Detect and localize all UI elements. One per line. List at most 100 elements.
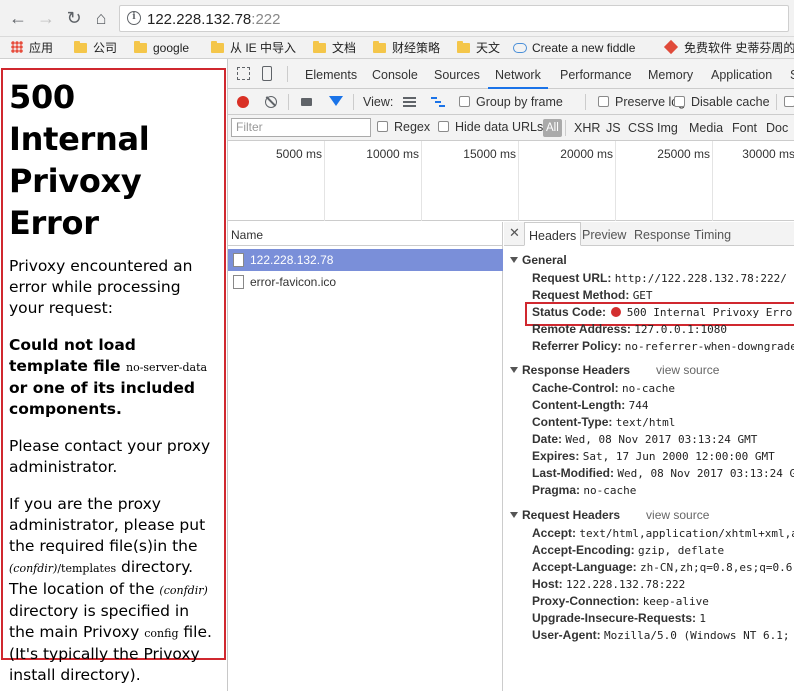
preserve-log-option[interactable]: Preserve log xyxy=(598,94,685,110)
folder-icon xyxy=(211,41,224,53)
filter-css[interactable]: CSS xyxy=(628,119,654,137)
header-row: Content-Length: 744 xyxy=(532,398,649,412)
bookmark-finance[interactable]: 财经策略 xyxy=(373,39,440,57)
bookmark-astronomy[interactable]: 天文 xyxy=(457,39,500,57)
request-row[interactable]: error-favicon.ico xyxy=(228,271,503,293)
response-headers-section[interactable]: Response Headers view source xyxy=(510,363,719,377)
bookmark-label: 从 IE 中导入 xyxy=(230,41,297,55)
bookmark-import-ie[interactable]: 从 IE 中导入 xyxy=(211,39,296,57)
error-message: Could not load template file no-server-d… xyxy=(9,335,218,420)
header-key: Accept-Encoding: xyxy=(532,543,635,557)
waterfall-icon[interactable] xyxy=(431,97,445,107)
filter-funnel-icon[interactable] xyxy=(329,96,343,106)
inspect-element-icon[interactable] xyxy=(237,67,250,80)
request-headers-section[interactable]: Request Headers view source xyxy=(510,508,709,522)
filter-media[interactable]: Media xyxy=(689,119,723,137)
network-timeline[interactable]: 5000 ms 10000 ms 15000 ms 20000 ms 25000… xyxy=(228,141,794,221)
view-source-link[interactable]: view source xyxy=(656,363,719,377)
confdir-code: (confdir) xyxy=(159,584,208,597)
bookmark-apps[interactable]: 应用 xyxy=(11,39,53,57)
forward-arrow-icon[interactable]: → xyxy=(34,6,58,30)
filter-doc[interactable]: Doc xyxy=(766,119,788,137)
timeline-gridline xyxy=(421,141,422,221)
info-icon[interactable]: i xyxy=(127,11,141,25)
large-rows-icon[interactable] xyxy=(403,97,416,107)
header-value: gzip, deflate xyxy=(638,544,725,557)
disable-cache-checkbox[interactable] xyxy=(674,96,685,107)
bookmark-company[interactable]: 公司 xyxy=(74,39,117,57)
tab-preview[interactable]: Preview xyxy=(582,222,626,246)
view-source-link[interactable]: view source xyxy=(646,508,709,522)
config-code: config xyxy=(144,627,179,640)
offline-checkbox[interactable] xyxy=(784,96,794,107)
header-key: Host: xyxy=(532,577,563,591)
header-row: Host: 122.228.132.78:222 xyxy=(532,577,685,591)
timeline-tick: 20000 ms xyxy=(560,147,613,161)
bookmark-free-software[interactable]: 免费软件 史蒂芬周的 xyxy=(663,39,794,57)
bookmark-label: 文档 xyxy=(332,41,357,55)
tab-response[interactable]: Response xyxy=(634,222,690,246)
address-bar[interactable]: i 122.228.132.78:222 xyxy=(119,5,789,32)
regex-checkbox[interactable] xyxy=(377,121,388,132)
tab-memory[interactable]: Memory xyxy=(648,59,693,89)
expand-triangle-icon xyxy=(510,257,518,263)
divider xyxy=(287,66,288,82)
general-section[interactable]: General xyxy=(510,253,567,267)
filter-bar: Filter Regex Hide data URLs All XHR JS C… xyxy=(228,115,794,141)
tab-timing[interactable]: Timing xyxy=(694,222,731,246)
group-by-frame-option[interactable]: Group by frame xyxy=(459,94,563,110)
filter-all-button[interactable]: All xyxy=(543,119,562,137)
tab-security[interactable]: S xyxy=(790,59,794,89)
clear-icon[interactable] xyxy=(265,96,277,108)
tab-sources[interactable]: Sources xyxy=(434,59,480,89)
bookmark-docs[interactable]: 文档 xyxy=(313,39,356,57)
tab-network[interactable]: Network xyxy=(488,59,548,89)
filter-js[interactable]: JS xyxy=(606,119,621,137)
tab-performance[interactable]: Performance xyxy=(560,59,632,89)
record-icon[interactable] xyxy=(237,96,249,108)
header-value: 744 xyxy=(628,399,649,412)
tab-console[interactable]: Console xyxy=(372,59,418,89)
tab-application[interactable]: Application xyxy=(711,59,772,89)
apps-grid-icon xyxy=(11,41,23,53)
regex-option[interactable]: Regex xyxy=(377,119,430,135)
hide-data-urls-checkbox[interactable] xyxy=(438,121,449,132)
error-contact: Please contact your proxy administrator. xyxy=(9,437,211,476)
reload-icon[interactable]: ↻ xyxy=(62,6,86,30)
tab-headers[interactable]: Headers xyxy=(524,222,582,246)
header-row: Date: Wed, 08 Nov 2017 03:13:24 GMT xyxy=(532,432,757,446)
header-value: zh-CN,zh;q=0.8,es;q=0.6 xyxy=(640,561,793,574)
request-row[interactable]: 122.228.132.78 xyxy=(228,249,503,271)
timeline-tick: 15000 ms xyxy=(463,147,516,161)
group-by-frame-checkbox[interactable] xyxy=(459,96,470,107)
disable-cache-option[interactable]: Disable cache xyxy=(674,94,770,110)
bookmarks-bar: 应用 公司 google 从 IE 中导入 文档 财经策略 天文 Create … xyxy=(0,37,794,59)
bookmark-label: 应用 xyxy=(29,41,54,55)
filter-img[interactable]: Img xyxy=(657,119,678,137)
filter-xhr[interactable]: XHR xyxy=(574,119,600,137)
filter-font[interactable]: Font xyxy=(732,119,757,137)
close-icon[interactable]: ✕ xyxy=(509,225,520,241)
filter-input[interactable]: Filter xyxy=(231,118,371,137)
bookmark-google[interactable]: google xyxy=(134,39,189,57)
header-value: Sat, 17 Jun 2000 12:00:00 GMT xyxy=(582,450,775,463)
header-key: Cache-Control: xyxy=(532,381,619,395)
home-icon[interactable]: ⌂ xyxy=(89,6,113,30)
timeline-tick: 10000 ms xyxy=(366,147,419,161)
document-icon xyxy=(233,275,244,289)
header-value: keep-alive xyxy=(642,595,709,608)
preserve-log-checkbox[interactable] xyxy=(598,96,609,107)
header-value: Wed, 08 Nov 2017 03:13:24 G xyxy=(617,467,794,480)
name-column-header[interactable]: Name xyxy=(228,222,503,246)
header-value: text/html xyxy=(615,416,676,429)
checkbox-label: Hide data URLs xyxy=(455,120,544,134)
device-toolbar-icon[interactable] xyxy=(262,66,272,81)
confdir-code: (confdir) xyxy=(9,562,58,575)
header-key: Date: xyxy=(532,432,563,446)
offline-option[interactable] xyxy=(784,94,794,110)
bookmark-fiddle[interactable]: Create a new fiddle xyxy=(513,39,635,57)
hide-data-urls-option[interactable]: Hide data URLs xyxy=(438,119,543,135)
tab-elements[interactable]: Elements xyxy=(305,59,357,89)
screenshot-camera-icon[interactable] xyxy=(301,98,312,106)
back-arrow-icon[interactable]: ← xyxy=(6,6,30,30)
